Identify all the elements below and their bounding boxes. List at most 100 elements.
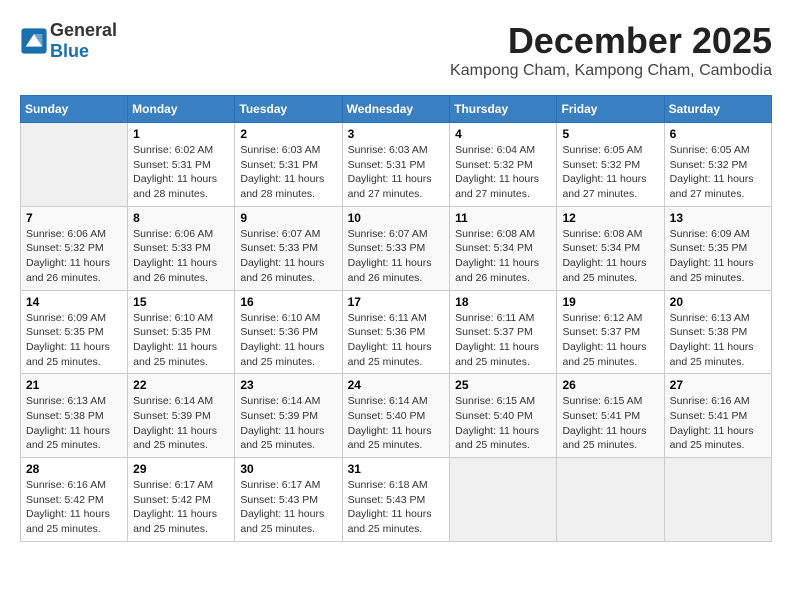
calendar-cell: 13 Sunrise: 6:09 AMSunset: 5:35 PMDayligh… [664,206,771,290]
day-info: Sunrise: 6:06 AMSunset: 5:33 PMDaylight:… [133,227,229,286]
calendar-cell [557,458,664,542]
day-number: 24 [348,378,445,392]
calendar-table: SundayMondayTuesdayWednesdayThursdayFrid… [20,95,772,542]
day-number: 16 [240,295,336,309]
day-number: 7 [26,211,122,225]
calendar-cell: 24 Sunrise: 6:14 AMSunset: 5:40 PMDayligh… [342,374,450,458]
day-info: Sunrise: 6:15 AMSunset: 5:40 PMDaylight:… [455,394,551,453]
day-number: 12 [562,211,658,225]
page-header: General Blue December 2025 Kampong Cham,… [20,20,772,90]
day-number: 11 [455,211,551,225]
calendar-header-sunday: Sunday [21,96,128,123]
calendar-cell: 30 Sunrise: 6:17 AMSunset: 5:43 PMDayligh… [235,458,342,542]
month-title: December 2025 [450,20,772,62]
day-info: Sunrise: 6:03 AMSunset: 5:31 PMDaylight:… [240,143,336,202]
calendar-cell: 14 Sunrise: 6:09 AMSunset: 5:35 PMDayligh… [21,290,128,374]
calendar-cell: 12 Sunrise: 6:08 AMSunset: 5:34 PMDayligh… [557,206,664,290]
day-info: Sunrise: 6:16 AMSunset: 5:42 PMDaylight:… [26,478,122,537]
calendar-cell [664,458,771,542]
day-info: Sunrise: 6:11 AMSunset: 5:36 PMDaylight:… [348,311,445,370]
calendar-cell: 19 Sunrise: 6:12 AMSunset: 5:37 PMDayligh… [557,290,664,374]
calendar-cell: 23Sunrise: 6:14 AMSunset: 5:39 PMDayligh… [235,374,342,458]
calendar-cell: 7 Sunrise: 6:06 AMSunset: 5:32 PMDaylight… [21,206,128,290]
calendar-cell: 31Sunrise: 6:18 AMSunset: 5:43 PMDayligh… [342,458,450,542]
day-number: 19 [562,295,658,309]
day-info: Sunrise: 6:09 AMSunset: 5:35 PMDaylight:… [26,311,122,370]
calendar-cell: 10 Sunrise: 6:07 AMSunset: 5:33 PMDayligh… [342,206,450,290]
day-info: Sunrise: 6:14 AMSunset: 5:40 PMDaylight:… [348,394,445,453]
day-number: 21 [26,378,122,392]
day-info: Sunrise: 6:13 AMSunset: 5:38 PMDaylight:… [670,311,766,370]
day-number: 3 [348,127,445,141]
day-number: 4 [455,127,551,141]
calendar-cell: 1Sunrise: 6:02 AMSunset: 5:31 PMDaylight… [128,123,235,207]
day-info: Sunrise: 6:09 AMSunset: 5:35 PMDaylight:… [670,227,766,286]
calendar-header-tuesday: Tuesday [235,96,342,123]
logo: General Blue [20,20,117,62]
day-number: 6 [670,127,766,141]
calendar-cell: 28Sunrise: 6:16 AMSunset: 5:42 PMDayligh… [21,458,128,542]
title-block: December 2025 Kampong Cham, Kampong Cham… [450,20,772,90]
calendar-cell: 16Sunrise: 6:10 AMSunset: 5:36 PMDayligh… [235,290,342,374]
day-info: Sunrise: 6:05 AMSunset: 5:32 PMDaylight:… [670,143,766,202]
calendar-header-thursday: Thursday [450,96,557,123]
calendar-cell: 4Sunrise: 6:04 AMSunset: 5:32 PMDaylight… [450,123,557,207]
day-number: 1 [133,127,229,141]
calendar-week-row: 21Sunrise: 6:13 AMSunset: 5:38 PMDayligh… [21,374,772,458]
day-info: Sunrise: 6:03 AMSunset: 5:31 PMDaylight:… [348,143,445,202]
day-info: Sunrise: 6:16 AMSunset: 5:41 PMDaylight:… [670,394,766,453]
day-info: Sunrise: 6:10 AMSunset: 5:35 PMDaylight:… [133,311,229,370]
calendar-week-row: 28Sunrise: 6:16 AMSunset: 5:42 PMDayligh… [21,458,772,542]
calendar-cell: 15Sunrise: 6:10 AMSunset: 5:35 PMDayligh… [128,290,235,374]
calendar-cell: 11Sunrise: 6:08 AMSunset: 5:34 PMDayligh… [450,206,557,290]
calendar-cell [21,123,128,207]
day-number: 20 [670,295,766,309]
calendar-header-friday: Friday [557,96,664,123]
day-number: 25 [455,378,551,392]
day-number: 26 [562,378,658,392]
logo-blue: Blue [50,41,89,61]
day-number: 13 [670,211,766,225]
day-number: 14 [26,295,122,309]
day-number: 22 [133,378,229,392]
day-number: 5 [562,127,658,141]
logo-icon [20,27,48,55]
day-info: Sunrise: 6:14 AMSunset: 5:39 PMDaylight:… [133,394,229,453]
calendar-header-row: SundayMondayTuesdayWednesdayThursdayFrid… [21,96,772,123]
day-number: 30 [240,462,336,476]
day-info: Sunrise: 6:07 AMSunset: 5:33 PMDaylight:… [348,227,445,286]
calendar-cell: 27 Sunrise: 6:16 AMSunset: 5:41 PMDayligh… [664,374,771,458]
calendar-cell: 20 Sunrise: 6:13 AMSunset: 5:38 PMDayligh… [664,290,771,374]
day-info: Sunrise: 6:12 AMSunset: 5:37 PMDaylight:… [562,311,658,370]
day-info: Sunrise: 6:11 AMSunset: 5:37 PMDaylight:… [455,311,551,370]
calendar-cell: 22 Sunrise: 6:14 AMSunset: 5:39 PMDayligh… [128,374,235,458]
day-number: 2 [240,127,336,141]
calendar-cell: 29Sunrise: 6:17 AMSunset: 5:42 PMDayligh… [128,458,235,542]
calendar-cell: 6 Sunrise: 6:05 AMSunset: 5:32 PMDaylight… [664,123,771,207]
calendar-cell: 17Sunrise: 6:11 AMSunset: 5:36 PMDayligh… [342,290,450,374]
day-info: Sunrise: 6:14 AMSunset: 5:39 PMDaylight:… [240,394,336,453]
calendar-cell: 2 Sunrise: 6:03 AMSunset: 5:31 PMDaylight… [235,123,342,207]
day-info: Sunrise: 6:17 AMSunset: 5:43 PMDaylight:… [240,478,336,537]
day-info: Sunrise: 6:08 AMSunset: 5:34 PMDaylight:… [562,227,658,286]
day-info: Sunrise: 6:07 AMSunset: 5:33 PMDaylight:… [240,227,336,286]
calendar-week-row: 14 Sunrise: 6:09 AMSunset: 5:35 PMDayligh… [21,290,772,374]
calendar-header-monday: Monday [128,96,235,123]
day-number: 9 [240,211,336,225]
day-info: Sunrise: 6:05 AMSunset: 5:32 PMDaylight:… [562,143,658,202]
calendar-cell: 3 Sunrise: 6:03 AMSunset: 5:31 PMDaylight… [342,123,450,207]
day-number: 10 [348,211,445,225]
calendar-week-row: 1Sunrise: 6:02 AMSunset: 5:31 PMDaylight… [21,123,772,207]
day-number: 27 [670,378,766,392]
day-info: Sunrise: 6:17 AMSunset: 5:42 PMDaylight:… [133,478,229,537]
calendar-cell: 8 Sunrise: 6:06 AMSunset: 5:33 PMDaylight… [128,206,235,290]
calendar-cell: 21Sunrise: 6:13 AMSunset: 5:38 PMDayligh… [21,374,128,458]
day-info: Sunrise: 6:06 AMSunset: 5:32 PMDaylight:… [26,227,122,286]
calendar-header-wednesday: Wednesday [342,96,450,123]
calendar-cell: 5 Sunrise: 6:05 AMSunset: 5:32 PMDaylight… [557,123,664,207]
day-number: 31 [348,462,445,476]
day-number: 18 [455,295,551,309]
calendar-cell: 9 Sunrise: 6:07 AMSunset: 5:33 PMDaylight… [235,206,342,290]
calendar-cell: 18 Sunrise: 6:11 AMSunset: 5:37 PMDayligh… [450,290,557,374]
day-number: 8 [133,211,229,225]
